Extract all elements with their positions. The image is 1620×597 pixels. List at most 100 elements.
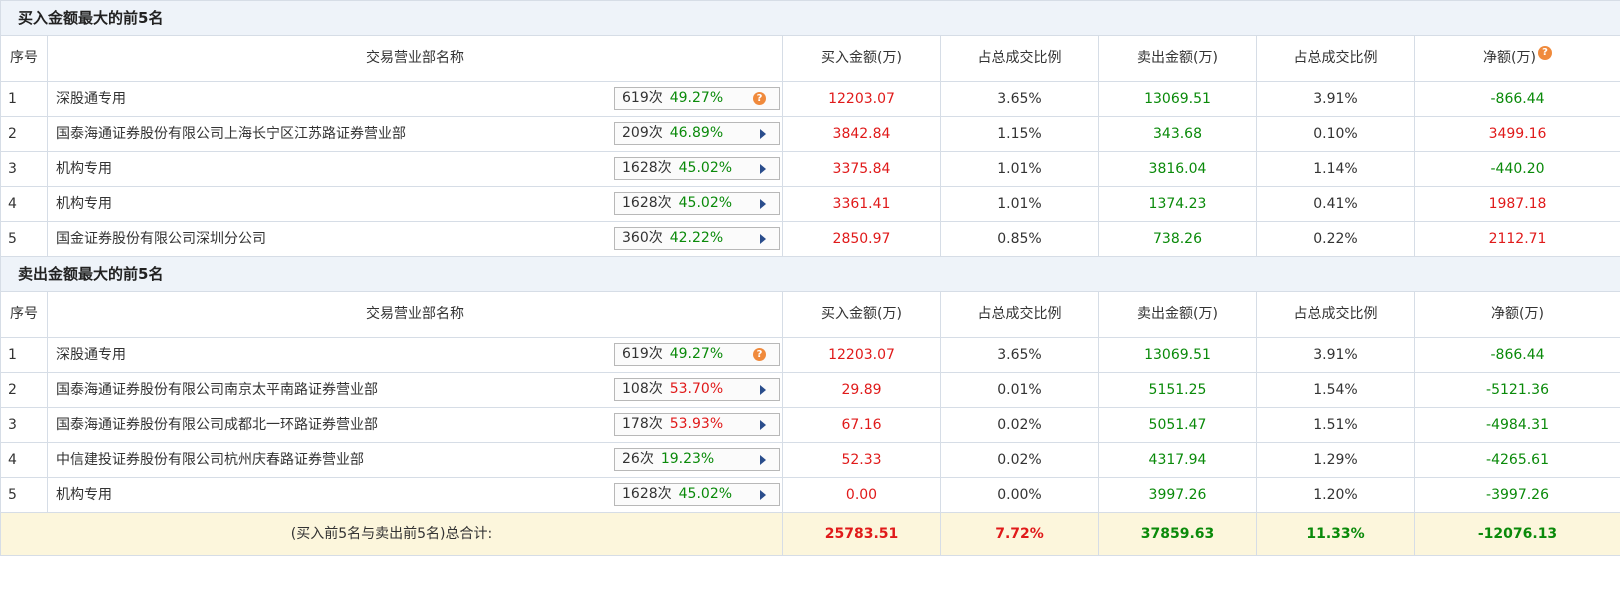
broker-name[interactable]: 中信建投证券股份有限公司杭州庆春路证券营业部 (56, 452, 364, 468)
broker-cell: 深股通专用 619次 49.27%? (47, 81, 783, 117)
sell-amount: 4317.94 (1098, 442, 1257, 478)
broker-name[interactable]: 机构专用 (56, 487, 112, 503)
net-amount: 1987.18 (1413, 186, 1620, 222)
broker-stats-box[interactable]: 108次 53.70% (614, 378, 780, 401)
win-rate: 49.27% (669, 90, 724, 106)
buy-amount: 29.89 (782, 372, 941, 408)
play-arrow-icon[interactable] (760, 129, 766, 139)
broker-stats-box[interactable]: 619次 49.27%? (614, 87, 780, 110)
appearance-count: 108次 (622, 381, 663, 397)
appearance-count: 1628次 (622, 486, 672, 502)
appearance-count: 209次 (622, 125, 663, 141)
buy-amount: 2850.97 (782, 221, 941, 257)
appearance-count: 619次 (622, 346, 663, 362)
broker-stats-box[interactable]: 26次 19.23% (614, 448, 780, 471)
play-arrow-icon[interactable] (760, 234, 766, 244)
win-rate: 45.02% (678, 160, 733, 176)
col-header-net-label: 净额(万) (1483, 50, 1536, 66)
table-row: 1 深股通专用 619次 49.27%? 12203.07 3.65% 13069.51 3.… (0, 81, 1620, 117)
broker-stats-box[interactable]: 1628次 45.02% (614, 192, 780, 215)
broker-name[interactable]: 深股通专用 (56, 91, 126, 107)
play-arrow-icon[interactable] (760, 164, 766, 174)
sell-amount: 1374.23 (1098, 186, 1257, 222)
play-arrow-icon[interactable] (760, 385, 766, 395)
broker-stats-box[interactable]: 1628次 45.02% (614, 483, 780, 506)
play-arrow-icon[interactable] (760, 490, 766, 500)
sell-ratio: 1.54% (1256, 372, 1415, 408)
broker-stats-box[interactable]: 209次 46.89% (614, 122, 780, 145)
broker-cell: 国泰海通证券股份有限公司南京太平南路证券营业部 108次 53.70% (47, 372, 783, 408)
sell-ratio: 1.14% (1256, 151, 1415, 187)
broker-stats-box[interactable]: 360次 42.22% (614, 227, 780, 250)
buy-ratio: 1.01% (940, 186, 1099, 222)
buy-amount: 12203.07 (782, 337, 941, 373)
sell-ratio: 0.10% (1256, 116, 1415, 152)
sell-ratio: 1.20% (1256, 477, 1415, 513)
buy-amount: 52.33 (782, 442, 941, 478)
row-number: 3 (0, 151, 48, 187)
broker-cell: 中信建投证券股份有限公司杭州庆春路证券营业部 26次 19.23% (47, 442, 783, 478)
broker-cell: 国泰海通证券股份有限公司上海长宁区江苏路证券营业部 209次 46.89% (47, 116, 783, 152)
play-arrow-icon[interactable] (760, 455, 766, 465)
win-rate: 45.02% (678, 486, 733, 502)
play-arrow-icon[interactable] (760, 420, 766, 430)
sell-section-title: 卖出金额最大的前5名 (0, 256, 1620, 292)
appearance-count: 619次 (622, 90, 663, 106)
broker-stats-box[interactable]: 1628次 45.02% (614, 157, 780, 180)
win-rate: 42.22% (669, 230, 724, 246)
broker-stats-box[interactable]: 178次 53.93% (614, 413, 780, 436)
net-amount: -866.44 (1413, 81, 1620, 117)
broker-name[interactable]: 国金证券股份有限公司深圳分公司 (56, 231, 266, 247)
col-header-sell: 卖出金额(万) (1098, 291, 1257, 338)
win-rate: 19.23% (660, 451, 715, 467)
broker-name[interactable]: 国泰海通证券股份有限公司上海长宁区江苏路证券营业部 (56, 126, 406, 142)
dragon-tiger-table: 买入金额最大的前5名 序号 交易营业部名称 买入金额(万) 占总成交比例 卖出金… (0, 0, 1620, 556)
broker-name[interactable]: 机构专用 (56, 196, 112, 212)
net-amount: -3997.26 (1413, 477, 1620, 513)
table-row: 3 国泰海通证券股份有限公司成都北一环路证券营业部 178次 53.93% 67.16 0… (0, 407, 1620, 443)
appearance-count: 1628次 (622, 195, 672, 211)
total-buy: 25783.51 (782, 512, 941, 556)
sell-ratio: 1.29% (1256, 442, 1415, 478)
broker-cell: 机构专用 1628次 45.02% (47, 151, 783, 187)
col-header-sell: 卖出金额(万) (1098, 35, 1257, 82)
table-row: 2 国泰海通证券股份有限公司南京太平南路证券营业部 108次 53.70% 29.89 0… (0, 372, 1620, 408)
row-number: 5 (0, 221, 48, 257)
col-header-sell-ratio: 占总成交比例 (1256, 291, 1415, 338)
broker-name[interactable]: 国泰海通证券股份有限公司南京太平南路证券营业部 (56, 382, 378, 398)
buy-ratio: 0.01% (940, 372, 1099, 408)
sell-ratio: 0.22% (1256, 221, 1415, 257)
col-header-sell-ratio: 占总成交比例 (1256, 35, 1415, 82)
buy-ratio: 0.02% (940, 442, 1099, 478)
net-amount: -440.20 (1413, 151, 1620, 187)
sell-header-row: 序号 交易营业部名称 买入金额(万) 占总成交比例 卖出金额(万) 占总成交比例… (0, 291, 1620, 338)
col-header-buy-ratio: 占总成交比例 (940, 291, 1099, 338)
total-row: (买入前5名与卖出前5名)总合计: 25783.51 7.72% 37859.6… (0, 512, 1620, 556)
broker-cell: 国泰海通证券股份有限公司成都北一环路证券营业部 178次 53.93% (47, 407, 783, 443)
buy-amount: 3842.84 (782, 116, 941, 152)
net-amount: -5121.36 (1413, 372, 1620, 408)
question-icon[interactable]: ? (753, 92, 766, 105)
broker-name[interactable]: 国泰海通证券股份有限公司成都北一环路证券营业部 (56, 417, 378, 433)
table-row: 2 国泰海通证券股份有限公司上海长宁区江苏路证券营业部 209次 46.89% 3842… (0, 116, 1620, 152)
broker-name[interactable]: 机构专用 (56, 161, 112, 177)
play-arrow-icon[interactable] (760, 199, 766, 209)
net-amount: -4984.31 (1413, 407, 1620, 443)
col-header-no: 序号 (0, 35, 48, 82)
appearance-count: 26次 (622, 451, 654, 467)
broker-stats-box[interactable]: 619次 49.27%? (614, 343, 780, 366)
broker-name[interactable]: 深股通专用 (56, 347, 126, 363)
buy-ratio: 0.00% (940, 477, 1099, 513)
sell-amount: 13069.51 (1098, 81, 1257, 117)
appearance-count: 178次 (622, 416, 663, 432)
sell-amount: 738.26 (1098, 221, 1257, 257)
buy-ratio: 1.15% (940, 116, 1099, 152)
question-icon[interactable]: ? (753, 348, 766, 361)
net-amount: 2112.71 (1413, 221, 1620, 257)
win-rate: 53.93% (669, 416, 724, 432)
row-number: 1 (0, 81, 48, 117)
buy-header-row: 序号 交易营业部名称 买入金额(万) 占总成交比例 卖出金额(万) 占总成交比例… (0, 35, 1620, 82)
win-rate: 45.02% (678, 195, 733, 211)
col-header-buy-ratio: 占总成交比例 (940, 35, 1099, 82)
question-icon[interactable]: ? (1537, 46, 1552, 60)
